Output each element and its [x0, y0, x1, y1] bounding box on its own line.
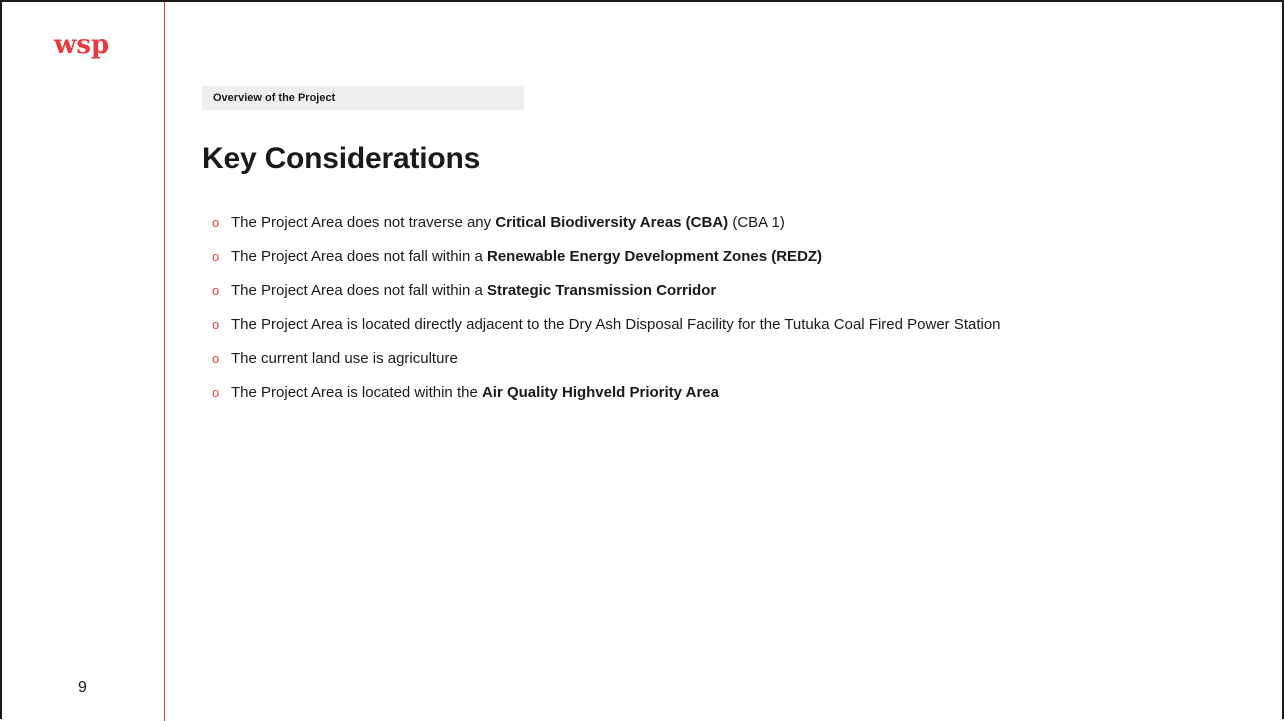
circle-bullet-icon: o	[212, 283, 220, 298]
bullet-emphasis: Critical Biodiversity Areas (CBA)	[495, 214, 729, 231]
bullet-item: o The Project Area does not fall within …	[212, 246, 1212, 268]
slide: wsp 9 Overview of the Project Key Consid…	[0, 0, 1284, 721]
bullet-list: o The Project Area does not traverse any…	[212, 212, 1212, 416]
bullet-item: o The Project Area does not fall within …	[212, 280, 1212, 302]
bullet-emphasis: Strategic Transmission Corridor	[486, 282, 717, 299]
wsp-logo: wsp	[54, 30, 110, 60]
vertical-divider	[164, 2, 165, 721]
bullet-text-suffix: (CBA 1)	[728, 214, 785, 231]
circle-bullet-icon: o	[212, 317, 220, 332]
circle-bullet-icon: o	[212, 215, 220, 230]
bullet-emphasis: Air Quality Highveld Priority Area	[481, 384, 719, 401]
bullet-item: o The Project Area is located within the…	[212, 382, 1212, 404]
circle-bullet-icon: o	[212, 249, 220, 264]
bullet-text: The Project Area does not fall within a	[231, 282, 487, 299]
circle-bullet-icon: o	[212, 351, 220, 366]
circle-bullet-icon: o	[212, 385, 220, 400]
bullet-text: The Project Area is located directly adj…	[231, 316, 1001, 333]
bullet-item: o The Project Area does not traverse any…	[212, 212, 1212, 234]
page-number: 9	[78, 679, 87, 696]
slide-title: Key Considerations	[202, 142, 481, 175]
section-tag: Overview of the Project	[202, 86, 524, 110]
bullet-item: o The current land use is agriculture	[212, 348, 1212, 370]
bullet-text: The Project Area is located within the	[231, 384, 482, 401]
bullet-item: o The Project Area is located directly a…	[212, 314, 1212, 336]
bullet-text: The Project Area does not fall within a	[231, 248, 487, 265]
bullet-text: The current land use is agriculture	[231, 350, 458, 367]
bullet-emphasis: Renewable Energy Development Zones (REDZ…	[486, 248, 823, 265]
bullet-text: The Project Area does not traverse any	[231, 214, 496, 231]
